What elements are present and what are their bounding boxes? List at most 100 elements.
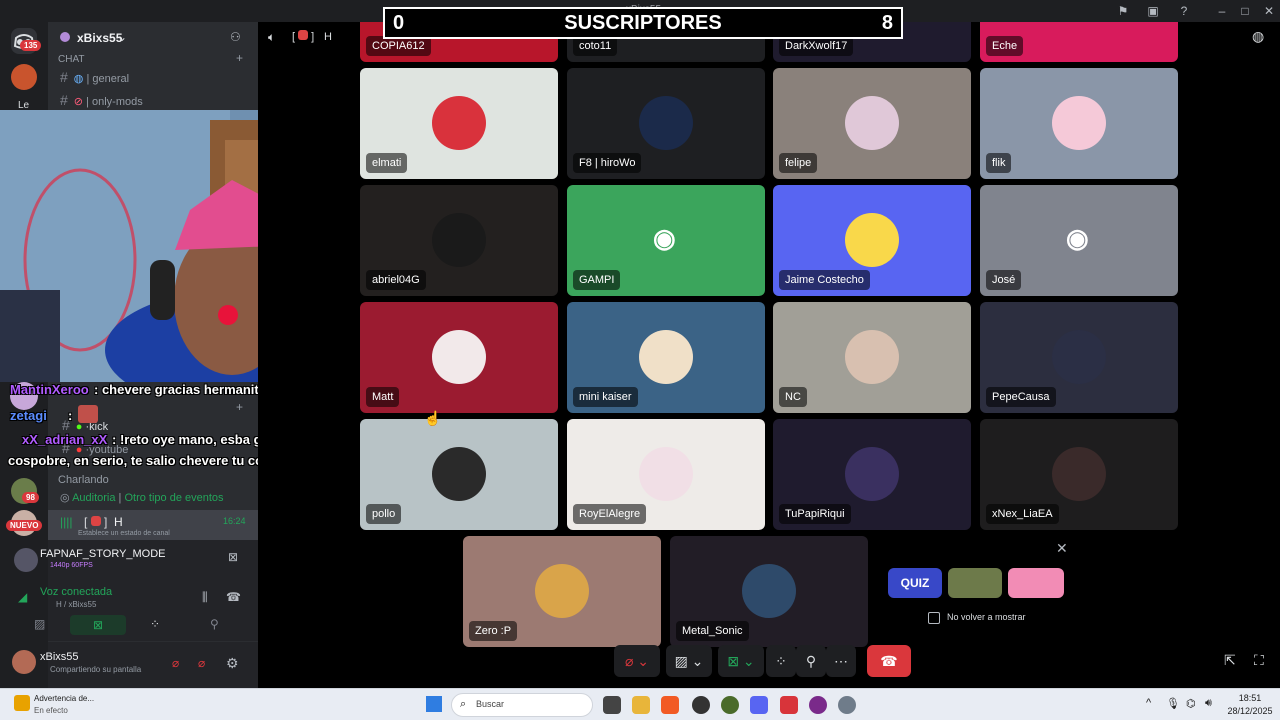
server-icon[interactable] — [11, 64, 37, 90]
event-channel[interactable]: ◎ Auditoria | Otro tipo de eventos — [60, 491, 224, 504]
discord-icon: ◉ — [653, 223, 676, 253]
participant-tile[interactable]: mini kaiser — [567, 302, 765, 413]
score-label: SUSCRIPTORES — [564, 12, 722, 34]
speaker-icon[interactable]: 🔈︎ — [268, 30, 275, 45]
activity-quiz[interactable]: QUIZ — [888, 568, 942, 598]
task-view-icon[interactable] — [603, 696, 621, 714]
server-name[interactable]: xBixs55 — [77, 31, 122, 45]
camera-off-icon[interactable]: ▨ — [34, 617, 45, 631]
voice-channel-bracket-close: ] — [104, 515, 108, 529]
participant-name: COPIA612 — [366, 36, 431, 56]
notification-title[interactable]: Advertencia de... — [34, 694, 94, 703]
settings-icon[interactable] — [838, 696, 856, 714]
start-icon[interactable] — [426, 696, 442, 712]
volume-icon[interactable]: 🔊︎ — [1205, 697, 1212, 710]
category-chat[interactable]: CHAT — [58, 54, 84, 65]
voice-status-hint[interactable]: Establece un estado de canal — [78, 530, 170, 537]
stop-stream-icon[interactable]: ⊠ — [228, 550, 238, 564]
participant-tile[interactable]: Eche — [980, 22, 1178, 62]
clock-date: 28/12/2025 — [1227, 706, 1273, 716]
chat-emote — [78, 405, 98, 423]
participant-tile[interactable]: elmati — [360, 68, 558, 179]
brave-icon[interactable] — [661, 696, 679, 714]
chevron-down-icon[interactable]: ⌄ — [117, 30, 127, 44]
maximize-icon[interactable]: □ — [1238, 4, 1252, 18]
activities-icon[interactable]: ⁘ — [150, 617, 160, 631]
participant-tile[interactable]: RoyElAlegre — [567, 419, 765, 530]
participant-tile[interactable]: NC — [773, 302, 971, 413]
discord-icon[interactable] — [750, 696, 768, 714]
search-box[interactable]: ⌕ Buscar — [451, 693, 593, 717]
file-explorer-icon[interactable] — [632, 696, 650, 714]
participant-name: flik — [986, 153, 1012, 173]
voice-actions: ▨ ⊠ ⁘ ⚲ — [34, 613, 258, 641]
soundboard-icon[interactable]: ⚲ — [210, 617, 219, 631]
app-icon[interactable] — [780, 696, 798, 714]
chat-user: zetagi — [10, 408, 47, 423]
participant-tile[interactable]: abriel04G — [360, 185, 558, 296]
minimize-icon[interactable]: – — [1215, 4, 1229, 18]
help-icon[interactable]: ? — [1177, 4, 1191, 18]
screen-share-button[interactable]: ⊠ — [70, 615, 126, 635]
settings-icon[interactable]: ⚙ — [226, 655, 239, 672]
headphones-muted-icon[interactable]: ⌀ — [198, 656, 205, 670]
voice-connected-label[interactable]: Voz conectada — [40, 586, 112, 598]
user-panel: xBixs55 Compartiendo su pantalla ⌀ ⌀ ⚙ — [12, 642, 258, 688]
add-icon[interactable]: + — [236, 400, 243, 414]
avatar — [845, 213, 899, 267]
close-icon[interactable]: ✕ — [1262, 4, 1276, 18]
activity-thumbnail[interactable] — [1008, 568, 1064, 598]
dm-badge: 135 — [20, 40, 42, 51]
participant-tile[interactable]: Matt — [360, 302, 558, 413]
participant-tile[interactable]: Zero :P — [463, 536, 661, 647]
avatar — [1052, 447, 1106, 501]
screen-share-button[interactable]: ⊠ ⌄ — [718, 645, 764, 677]
participant-tile[interactable]: felipe — [773, 68, 971, 179]
dont-show-checkbox[interactable] — [928, 612, 940, 624]
tray-chevron-icon[interactable]: ^ — [1146, 697, 1151, 709]
add-channel-icon[interactable]: + — [236, 51, 243, 65]
clock-time[interactable]: 18:51 — [1230, 693, 1270, 703]
participant-tile[interactable]: xNex_LiaEA — [980, 419, 1178, 530]
participant-tile[interactable]: Jaime Costecho — [773, 185, 971, 296]
disconnect-button[interactable]: ☎ — [867, 645, 911, 677]
avatar — [742, 564, 796, 618]
participant-tile[interactable]: flik — [980, 68, 1178, 179]
add-user-icon[interactable]: ⚇ — [230, 30, 241, 44]
app-icon[interactable] — [809, 696, 827, 714]
participant-tile[interactable]: Metal_Sonic — [670, 536, 868, 647]
noise-icon[interactable]: ⫼ — [202, 590, 208, 605]
app-icon[interactable] — [721, 696, 739, 714]
more-button[interactable]: ⋯ — [826, 645, 856, 677]
mute-button[interactable]: ⌀ ⌄ — [614, 645, 660, 677]
category-charlando[interactable]: Charlando — [58, 474, 109, 486]
inbox-icon[interactable]: ⚑ — [1116, 4, 1130, 18]
avatar — [432, 213, 486, 267]
fullscreen-icon[interactable]: ⛶ — [1254, 652, 1264, 669]
obs-icon[interactable] — [692, 696, 710, 714]
popout-icon[interactable]: ⇱ — [1224, 652, 1236, 669]
activity-thumbnail[interactable] — [948, 568, 1002, 598]
search-placeholder: Buscar — [476, 699, 505, 709]
network-icon[interactable]: ⌬ — [1186, 697, 1196, 710]
screen-share-icon[interactable]: ▣ — [1146, 4, 1160, 18]
voice-bars-icon: |||| — [60, 515, 73, 529]
mic-icon[interactable]: 🎙︎ — [1166, 697, 1180, 710]
participant-tile[interactable]: F8 | hiroWo — [567, 68, 765, 179]
voice-channel-active[interactable]: |||| [ ] H 16:24 Establece un estado de … — [48, 510, 258, 540]
participant-name: elmati — [366, 153, 408, 173]
activities-button[interactable]: ⁘ — [766, 645, 796, 677]
participant-tile[interactable]: TuPapiRiqui — [773, 419, 971, 530]
close-popup-icon[interactable]: ✕ — [1056, 540, 1068, 557]
participant-tile[interactable]: pollo — [360, 419, 558, 530]
camera-button[interactable]: ▨ ⌄ — [666, 645, 712, 677]
voice-path: H / xBixs55 — [56, 600, 97, 609]
disconnect-icon[interactable]: ☎ — [226, 590, 241, 604]
avatar[interactable] — [12, 650, 36, 674]
participant-tile[interactable]: PepeCausa — [980, 302, 1178, 413]
channel-only-mods[interactable]: # ⊘ | only-mods — [60, 90, 143, 110]
soundboard-button[interactable]: ⚲ — [796, 645, 826, 677]
channel-general[interactable]: # ◍ | general — [60, 67, 129, 87]
inbox-icon[interactable]: ◍ — [1252, 28, 1264, 45]
mic-muted-icon[interactable]: ⌀ — [172, 656, 179, 670]
